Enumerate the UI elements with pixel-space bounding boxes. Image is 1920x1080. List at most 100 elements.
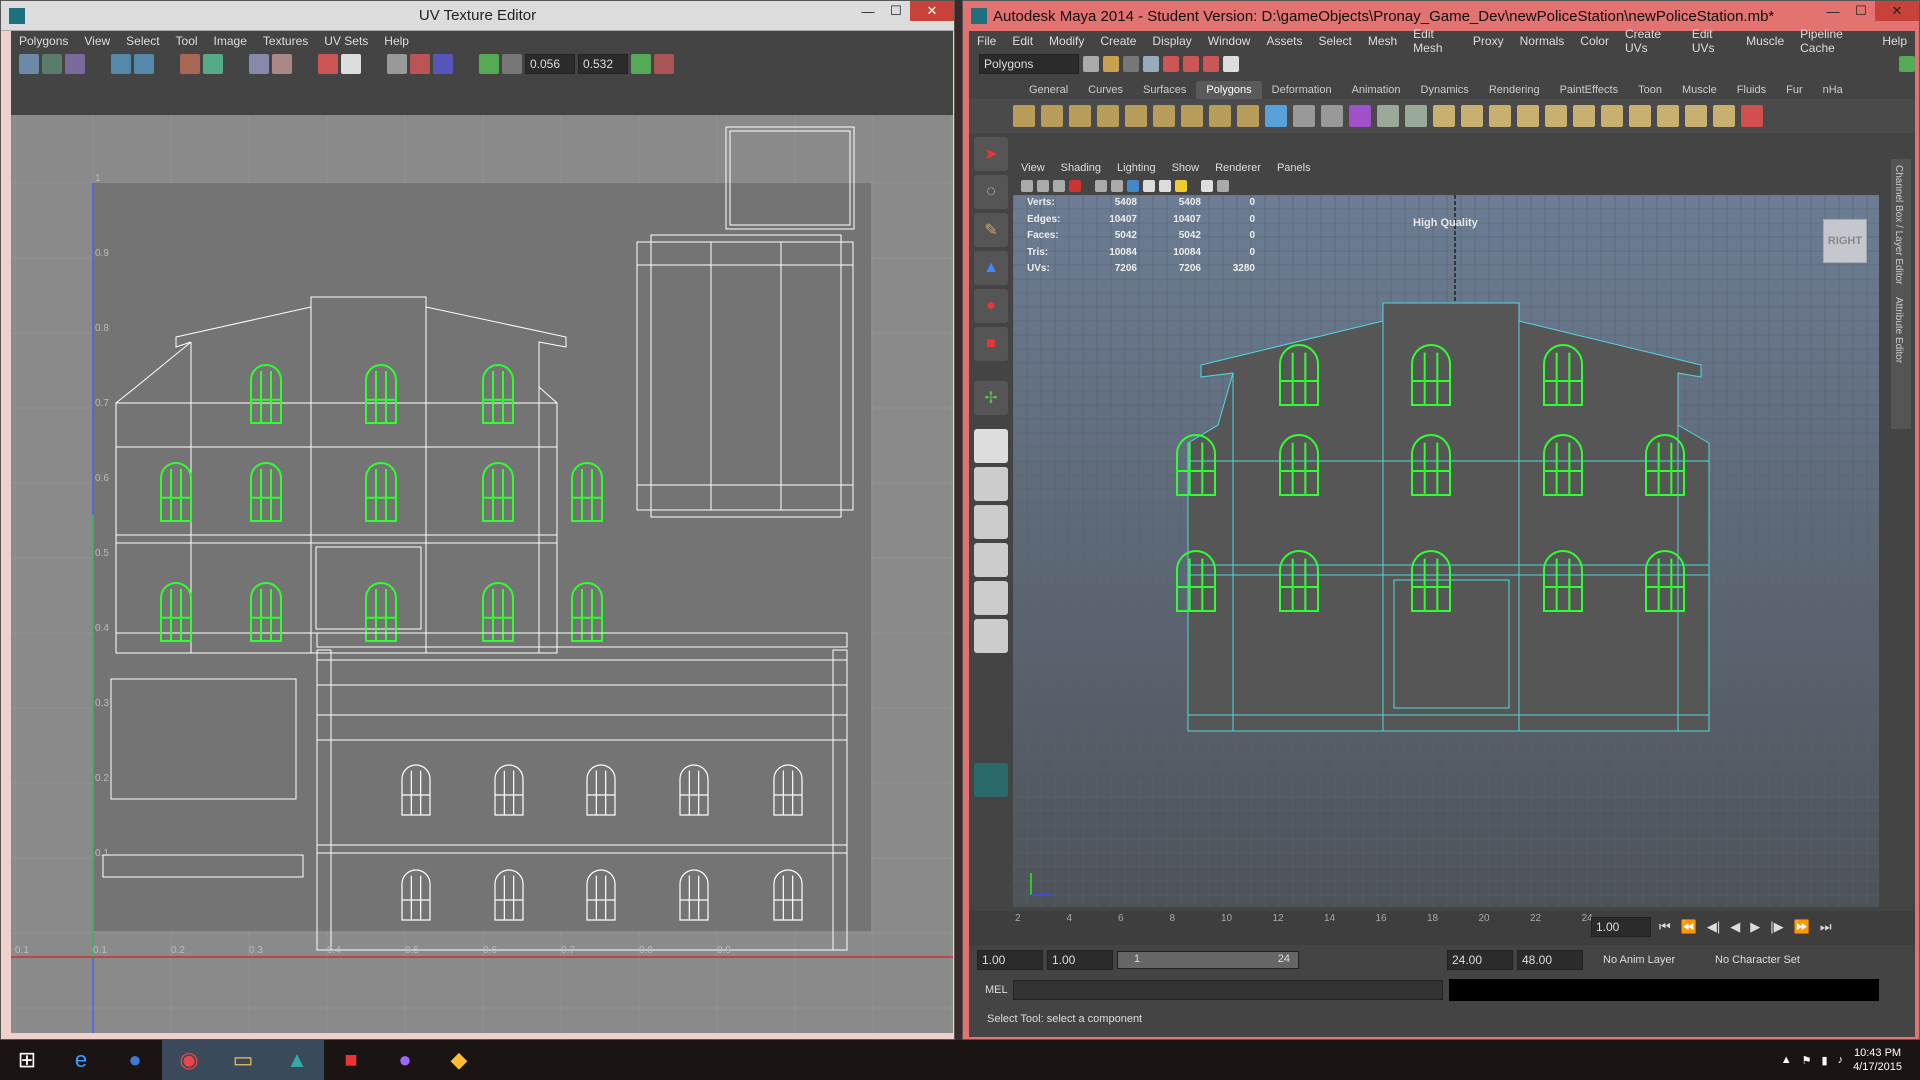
snap-curve-icon[interactable] bbox=[1183, 56, 1199, 72]
play-back-icon[interactable]: ◀ bbox=[1730, 919, 1740, 935]
clock[interactable]: 10:43 PM 4/17/2015 bbox=[1853, 1046, 1902, 1074]
shelf-tab-animation[interactable]: Animation bbox=[1342, 81, 1411, 99]
offset-loop-icon[interactable] bbox=[1601, 105, 1623, 127]
move-tool-icon[interactable]: ▲ bbox=[974, 251, 1008, 285]
new-scene-icon[interactable] bbox=[1083, 56, 1099, 72]
current-frame-field[interactable]: 1.00 bbox=[1591, 917, 1651, 937]
go-end-icon[interactable]: ⏭ bbox=[1820, 919, 1832, 935]
shelf-tab-polygons[interactable]: Polygons bbox=[1196, 81, 1262, 99]
menu-pipeline-cache[interactable]: Pipeline Cache bbox=[1792, 27, 1874, 55]
shelf-tab-dynamics[interactable]: Dynamics bbox=[1411, 81, 1479, 99]
collapse-icon[interactable] bbox=[1685, 105, 1707, 127]
cube-icon[interactable] bbox=[1041, 105, 1063, 127]
character-set-dropdown[interactable]: No Character Set bbox=[1701, 954, 1821, 966]
shelf-tab-curves[interactable]: Curves bbox=[1078, 81, 1133, 99]
menu-edit[interactable]: Edit bbox=[1004, 34, 1041, 48]
open-scene-icon[interactable] bbox=[1103, 56, 1119, 72]
uv-grid-icon[interactable] bbox=[19, 54, 39, 74]
thunderbird-icon[interactable]: ● bbox=[108, 1040, 162, 1080]
flip-u-icon[interactable] bbox=[111, 54, 131, 74]
menu-assets[interactable]: Assets bbox=[1258, 34, 1310, 48]
maximize-button[interactable]: ☐ bbox=[882, 1, 910, 21]
close-button[interactable]: ✕ bbox=[910, 1, 954, 21]
menu-display[interactable]: Display bbox=[1144, 34, 1199, 48]
single-view-layout-icon[interactable] bbox=[974, 429, 1008, 463]
uv-menu-view[interactable]: View bbox=[76, 34, 118, 48]
menu-create[interactable]: Create bbox=[1092, 34, 1144, 48]
pipe-icon[interactable] bbox=[1209, 105, 1231, 127]
close-button[interactable]: ✕ bbox=[1875, 1, 1919, 21]
playback-end-field[interactable]: 24.00 bbox=[1447, 950, 1513, 970]
uv-lattice-icon[interactable] bbox=[479, 54, 499, 74]
flag-icon[interactable]: ⚑ bbox=[1802, 1054, 1812, 1067]
xray-icon[interactable] bbox=[1201, 180, 1213, 192]
channel-box-toggle-icon[interactable] bbox=[1899, 56, 1915, 72]
panel-menu-panels[interactable]: Panels bbox=[1269, 162, 1319, 174]
shelf-tab-surfaces[interactable]: Surfaces bbox=[1133, 81, 1196, 99]
flip-v-icon[interactable] bbox=[134, 54, 154, 74]
grid-toggle-icon[interactable] bbox=[1095, 180, 1107, 192]
ie-icon[interactable]: e bbox=[54, 1040, 108, 1080]
menu-set-dropdown[interactable]: Polygons bbox=[979, 54, 1079, 74]
shelf-tab-rendering[interactable]: Rendering bbox=[1479, 81, 1550, 99]
torus-icon[interactable] bbox=[1153, 105, 1175, 127]
panel-menu-lighting[interactable]: Lighting bbox=[1109, 162, 1164, 174]
uv-editor-titlebar[interactable]: UV Texture Editor — ☐ ✕ bbox=[1, 1, 954, 31]
shelf-tab-painteffects[interactable]: PaintEffects bbox=[1550, 81, 1629, 99]
menu-mesh[interactable]: Mesh bbox=[1360, 34, 1405, 48]
menu-select[interactable]: Select bbox=[1310, 34, 1359, 48]
separate-icon[interactable] bbox=[1293, 105, 1315, 127]
viewport-right[interactable]: Verts: 5408 5408 0 Edges: 10407 10407 0 Faces: 50… bbox=[1013, 195, 1879, 907]
render-icon[interactable] bbox=[1223, 56, 1239, 72]
panel-menu-shading[interactable]: Shading bbox=[1053, 162, 1109, 174]
shelf-tab-muscle[interactable]: Muscle bbox=[1672, 81, 1727, 99]
smooth-shade-icon[interactable] bbox=[1127, 180, 1139, 192]
split-icon[interactable] bbox=[1545, 105, 1567, 127]
textured-icon[interactable] bbox=[1143, 180, 1155, 192]
boolean-icon[interactable] bbox=[1377, 105, 1399, 127]
image-plane-icon[interactable] bbox=[1053, 180, 1065, 192]
minimize-button[interactable]: — bbox=[1819, 1, 1847, 21]
step-back-icon[interactable]: ◀| bbox=[1707, 919, 1720, 935]
menu-edit-mesh[interactable]: Edit Mesh bbox=[1405, 27, 1465, 55]
chrome-icon[interactable]: ◉ bbox=[162, 1040, 216, 1080]
menu-muscle[interactable]: Muscle bbox=[1738, 34, 1792, 48]
camera-attr-icon[interactable] bbox=[1021, 180, 1033, 192]
append-icon[interactable] bbox=[1517, 105, 1539, 127]
snap-grid-icon[interactable] bbox=[1163, 56, 1179, 72]
v-value-field[interactable]: 0.532 bbox=[578, 54, 628, 74]
shelf-tab-nha[interactable]: nHa bbox=[1813, 81, 1853, 99]
shelf-tab-general[interactable]: General bbox=[1019, 81, 1078, 99]
range-bar[interactable]: 1 24 bbox=[1117, 951, 1299, 969]
uv-viewport[interactable]: 1 0.9 0.8 0.7 0.6 0.5 0.4 0.3 0.2 0.1 0.1 0.1 0.2 0.3… bbox=[11, 115, 953, 1033]
playback-start-field[interactable]: 1.00 bbox=[1047, 950, 1113, 970]
anim-start-field[interactable]: 1.00 bbox=[977, 950, 1043, 970]
rotate-uv-icon[interactable] bbox=[180, 54, 200, 74]
go-start-icon[interactable]: ⏮ bbox=[1659, 919, 1671, 935]
step-forward-key-icon[interactable]: ⏩ bbox=[1794, 919, 1810, 935]
menu-file[interactable]: File bbox=[969, 34, 1004, 48]
start-button[interactable]: ⊞ bbox=[0, 1040, 54, 1080]
network-icon[interactable]: ▮ bbox=[1822, 1054, 1828, 1067]
extrude-icon[interactable] bbox=[1461, 105, 1483, 127]
bevel-icon[interactable] bbox=[1433, 105, 1455, 127]
panel-menu-renderer[interactable]: Renderer bbox=[1207, 162, 1269, 174]
office-icon[interactable]: ■ bbox=[324, 1040, 378, 1080]
volume-icon[interactable]: ♪ bbox=[1838, 1054, 1844, 1066]
scale-tool-icon[interactable]: ■ bbox=[974, 327, 1008, 361]
pixel-snap-icon[interactable] bbox=[410, 54, 430, 74]
view-cube[interactable]: RIGHT bbox=[1823, 219, 1867, 263]
refresh-uv-icon[interactable] bbox=[631, 54, 651, 74]
cone-icon[interactable] bbox=[1097, 105, 1119, 127]
plane-icon[interactable] bbox=[1125, 105, 1147, 127]
file-explorer-icon[interactable]: ▭ bbox=[216, 1040, 270, 1080]
menu-help[interactable]: Help bbox=[1874, 34, 1915, 48]
uv-menu-polygons[interactable]: Polygons bbox=[11, 34, 76, 48]
shelf-tab-fur[interactable]: Fur bbox=[1776, 81, 1813, 99]
anim-layer-dropdown[interactable]: No Anim Layer bbox=[1587, 954, 1697, 966]
cylinder-icon[interactable] bbox=[1069, 105, 1091, 127]
uv-menu-uv-sets[interactable]: UV Sets bbox=[316, 34, 376, 48]
uv-menu-image[interactable]: Image bbox=[206, 34, 255, 48]
sphere-icon[interactable] bbox=[1013, 105, 1035, 127]
attribute-editor-tab[interactable]: Attribute Editor bbox=[1891, 291, 1906, 369]
